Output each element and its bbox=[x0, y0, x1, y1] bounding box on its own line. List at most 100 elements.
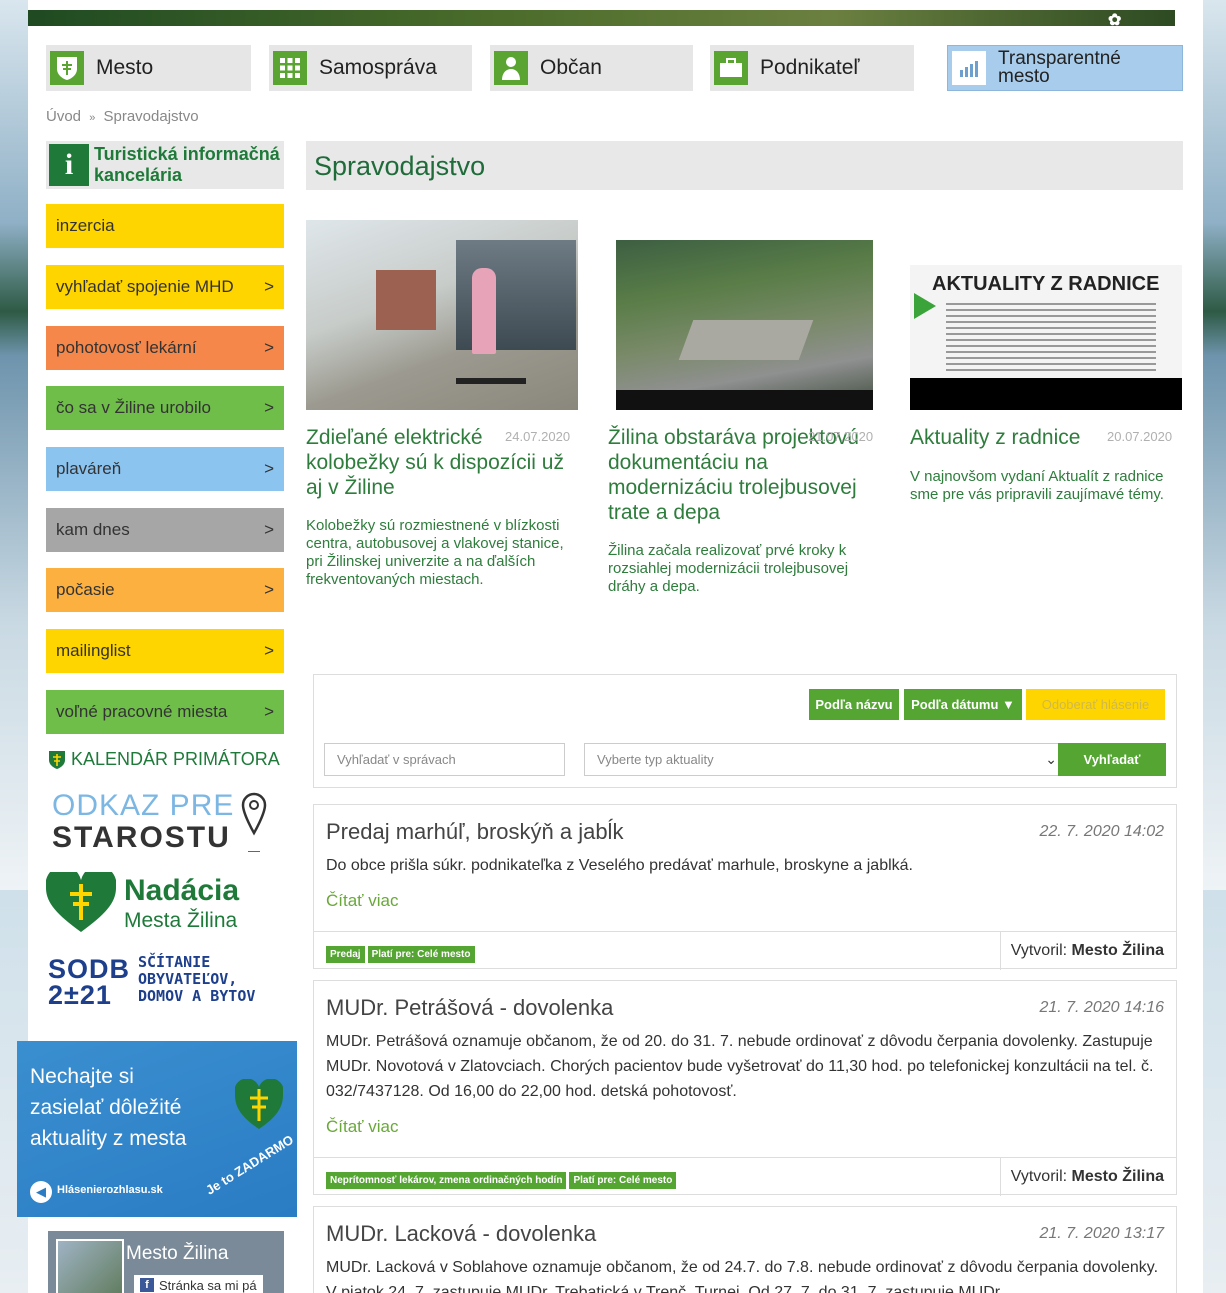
news-footer: Neprítomnosť lekárov, zmena ordinačných … bbox=[314, 1157, 1176, 1196]
nav-samosprava[interactable]: Samospráva bbox=[269, 45, 472, 91]
banner-brand: Hlásenierozhlasu.sk bbox=[57, 1184, 163, 1196]
news-body: MUDr. Petrášová oznamuje občanom, že od … bbox=[326, 1033, 1154, 1100]
hlasenie-rozhlasu-banner[interactable]: Nechajte si zasielať dôležité aktuality … bbox=[17, 1041, 297, 1217]
sidebar-item-mhd[interactable]: vyhľadať spojenie MHD > bbox=[46, 265, 284, 309]
header-banner bbox=[28, 10, 1175, 26]
search-button[interactable]: Vyhľadať bbox=[1058, 743, 1166, 776]
news-title[interactable]: MUDr. Petrášová - dovolenka bbox=[326, 995, 613, 1021]
sidebar-item-pocasie[interactable]: počasie > bbox=[46, 568, 284, 612]
aktuality-thumbnail: AKTUALITY Z RADNICE bbox=[910, 265, 1182, 410]
news-tag[interactable]: Predaj bbox=[326, 946, 365, 963]
news-body: Do obce prišla súkr. podnikateľka z Vese… bbox=[326, 857, 913, 874]
kalendar-label: KALENDÁR PRIMÁTORA bbox=[71, 749, 280, 769]
sodb-2021-link[interactable]: SODB 2±21 SČÍTANIE OBYVATEĽOV, DOMOV A B… bbox=[48, 953, 284, 1011]
read-more-link[interactable]: Čítať viac bbox=[326, 1117, 399, 1137]
chevron-right-icon: > bbox=[264, 277, 274, 296]
news-author: Vytvoril: Mesto Žilina bbox=[1011, 1168, 1164, 1186]
news-item: MUDr. Lacková - dovolenka 21. 7. 2020 13… bbox=[313, 1206, 1177, 1293]
sidebar-item-label: počasie bbox=[56, 580, 115, 599]
sidebar-item-label: čo sa v Žiline urobilo bbox=[56, 398, 211, 417]
info-icon: i bbox=[49, 144, 89, 186]
megaphone-icon: ◀ bbox=[30, 1181, 52, 1203]
breadcrumb-home[interactable]: Úvod bbox=[46, 108, 81, 125]
sidebar-item-lekarne[interactable]: pohotovosť lekární > bbox=[46, 326, 284, 370]
facebook-like-label: Stránka sa mi pá bbox=[159, 1277, 257, 1293]
sort-by-date-button[interactable]: Podľa dátumu ▼ bbox=[904, 689, 1022, 720]
card-description: Kolobežky sú rozmiestnené v blízkosti ce… bbox=[306, 517, 564, 588]
sidebar-item-label: pohotovosť lekární bbox=[56, 338, 197, 357]
chevron-right-icon: > bbox=[264, 702, 274, 721]
chevron-down-icon: ⌄ bbox=[1045, 751, 1057, 767]
news-filter-panel: Podľa názvu Podľa dátumu ▼ Odoberať hlás… bbox=[313, 674, 1177, 788]
news-type-placeholder: Vyberte typ aktuality bbox=[597, 752, 714, 767]
card-description: V najnovšom vydaní Aktualít z radnice sm… bbox=[910, 468, 1164, 503]
tourist-line1: Turistická informačná bbox=[94, 144, 280, 164]
tourist-line2: kancelária bbox=[94, 165, 183, 185]
sidebar-item-urobilo[interactable]: čo sa v Žiline urobilo > bbox=[46, 386, 284, 430]
news-type-select[interactable]: Vyberte typ aktuality ⌄ bbox=[584, 743, 1068, 776]
kalendar-primatora-link[interactable]: KALENDÁR PRIMÁTORA bbox=[48, 749, 280, 770]
card-title[interactable]: Aktuality z radnice bbox=[910, 425, 1110, 450]
nav-label: Samospráva bbox=[319, 56, 437, 79]
nav-mesto[interactable]: Mesto bbox=[46, 45, 251, 91]
news-tag[interactable]: Platí pre: Celé mesto bbox=[367, 946, 475, 963]
sodb-year: 2±21 bbox=[48, 980, 112, 1010]
card-date: 24.07.2020 bbox=[505, 429, 571, 444]
page-title: Spravodajstvo bbox=[314, 151, 486, 181]
news-body: MUDr. Lacková v Soblahove oznamuje občan… bbox=[326, 1259, 1159, 1293]
card-date: 20.07.2020 bbox=[1107, 429, 1173, 444]
news-title[interactable]: Predaj marhúľ, broskýň a jabĺk bbox=[326, 819, 623, 845]
aktuality-thumb-heading: AKTUALITY Z RADNICE bbox=[932, 273, 1160, 295]
sidebar-item-label: voľné pracovné miesta bbox=[56, 702, 228, 721]
nav-label: Občan bbox=[540, 56, 602, 79]
nadacia-line1: Nadácia bbox=[124, 874, 240, 907]
grid-icon bbox=[273, 51, 307, 85]
breadcrumb-current: Spravodajstvo bbox=[103, 108, 199, 125]
person-icon bbox=[494, 51, 528, 85]
news-tag[interactable]: Neprítomnosť lekárov, zmena ordinačných … bbox=[326, 1172, 567, 1189]
breadcrumb-separator: » bbox=[89, 112, 96, 124]
nav-label: Podnikateľ bbox=[760, 56, 860, 79]
news-title[interactable]: MUDr. Lacková - dovolenka bbox=[326, 1221, 596, 1247]
sidebar-item-label: inzercia bbox=[56, 216, 115, 235]
news-tag[interactable]: Platí pre: Celé mesto bbox=[569, 1172, 677, 1189]
nav-transparentne[interactable]: Transparentné mesto bbox=[947, 45, 1183, 91]
news-footer: Predaj Platí pre: Celé mesto Vytvoril: Me… bbox=[314, 931, 1176, 970]
facebook-like-button[interactable]: f Stránka sa mi pá bbox=[134, 1275, 263, 1293]
sidebar-item-inzercia[interactable]: inzercia bbox=[46, 204, 284, 248]
chevron-right-icon: > bbox=[264, 338, 274, 357]
shield-icon bbox=[50, 51, 84, 85]
sort-by-name-button[interactable]: Podľa názvu bbox=[809, 689, 899, 720]
news-item: MUDr. Petrášová - dovolenka 21. 7. 2020 … bbox=[313, 980, 1177, 1196]
nav-label: Mesto bbox=[96, 56, 154, 79]
news-author: Vytvoril: Mesto Žilina bbox=[1011, 942, 1164, 960]
nadacia-link[interactable]: Nadácia Mesta Žilina bbox=[45, 866, 284, 936]
banner-slogan: Je to ZADARMO bbox=[203, 1131, 297, 1198]
zilina-shield-icon bbox=[235, 1079, 283, 1129]
odkaz-pre-starostu-link[interactable]: ODKAZ PRE STAROSTU bbox=[52, 790, 282, 856]
nav-podnikatel[interactable]: Podnikateľ bbox=[710, 45, 914, 91]
subscribe-button[interactable]: Odoberať hlásenie bbox=[1026, 689, 1165, 720]
briefcase-icon bbox=[714, 51, 748, 85]
author-label: Vytvoril: bbox=[1010, 1168, 1068, 1185]
aerial-depot-photo bbox=[616, 240, 873, 410]
sidebar-item-plavaren[interactable]: plaváreň > bbox=[46, 447, 284, 491]
sidebar-item-pracovne-miesta[interactable]: voľné pracovné miesta > bbox=[46, 690, 284, 734]
nav-obcan[interactable]: Občan bbox=[490, 45, 693, 91]
sodb-line1: SČÍTANIE bbox=[138, 953, 211, 971]
sidebar-item-mailinglist[interactable]: mailinglist > bbox=[46, 629, 284, 673]
news-item: Predaj marhúľ, broskýň a jabĺk 22. 7. 20… bbox=[313, 804, 1177, 970]
card-date: 21.07.2020 bbox=[808, 429, 874, 444]
shield-icon bbox=[49, 750, 65, 769]
read-more-link[interactable]: Čítať viac bbox=[326, 891, 399, 911]
banner-line3: aktuality z mesta bbox=[30, 1127, 187, 1150]
sidebar-item-label: mailinglist bbox=[56, 641, 131, 660]
sidebar-item-kam-dnes[interactable]: kam dnes > bbox=[46, 508, 284, 552]
news-date: 21. 7. 2020 14:16 bbox=[1039, 999, 1164, 1016]
nadacia-line2: Mesta Žilina bbox=[124, 909, 238, 932]
tourist-office-link[interactable]: i Turistická informačná kancelária bbox=[46, 141, 284, 189]
facebook-icon: f bbox=[140, 1278, 154, 1292]
heart-logo-icon bbox=[45, 866, 117, 932]
news-search-input[interactable]: Vyhľadať v správach bbox=[324, 743, 565, 776]
facebook-widget[interactable]: Mesto Žilina f Stránka sa mi pá bbox=[48, 1231, 284, 1293]
